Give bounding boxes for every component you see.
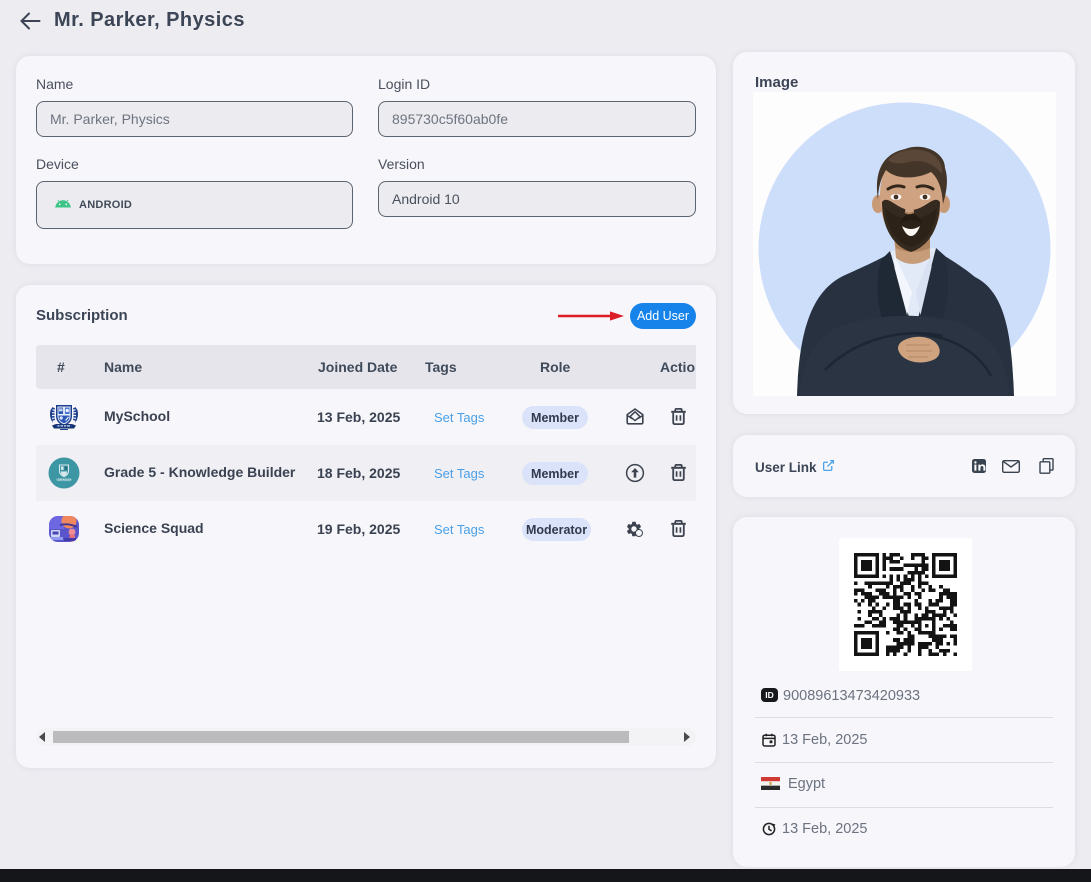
svg-text:I D R A S S A: I D R A S S A bbox=[56, 478, 72, 482]
